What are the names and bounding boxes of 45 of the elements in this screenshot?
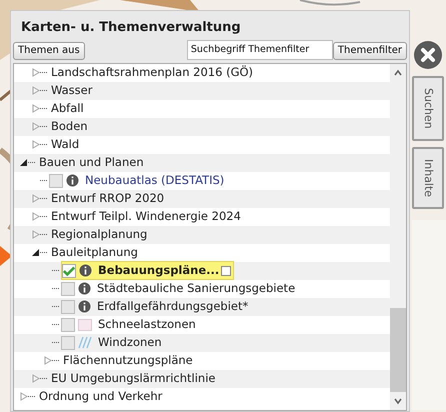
tree-item[interactable]: Landschaftsrahmenplan 2016 (GÖ) — [49, 64, 256, 82]
expand-icon[interactable] — [32, 86, 40, 95]
layer-label[interactable]: Schneelastzonen — [96, 316, 198, 334]
close-icon[interactable] — [413, 40, 443, 70]
selected-row[interactable]: Bebauungspläne... — [61, 260, 234, 280]
tree-item[interactable]: Bauleitplanung — [49, 244, 140, 262]
expand-icon[interactable] — [32, 374, 40, 383]
tree-item[interactable]: Wald — [49, 136, 82, 154]
tree-item[interactable]: Ordnung und Verkehr — [37, 388, 164, 406]
panel-title: Karten- u. Themenverwaltung — [20, 19, 242, 37]
collapse-icon[interactable] — [32, 248, 40, 257]
checkbox[interactable] — [61, 318, 75, 332]
scroll-down-icon[interactable] — [393, 396, 403, 406]
filter-button[interactable]: Themenfilter — [332, 42, 407, 60]
scrollbar-thumb[interactable] — [390, 308, 406, 392]
themes-off-button[interactable]: Themen aus — [13, 42, 85, 60]
checkbox[interactable] — [61, 300, 75, 314]
checkbox[interactable] — [61, 336, 75, 350]
expand-icon[interactable] — [32, 140, 40, 149]
layer-label[interactable]: Städtebauliche Sanierungsgebiete — [95, 280, 298, 298]
search-field[interactable]: Suchbegriff Themenfilter — [186, 40, 333, 60]
expand-icon[interactable] — [32, 230, 40, 239]
collapse-icon[interactable] — [20, 158, 28, 167]
tree-item[interactable]: Abfall — [49, 100, 86, 118]
side-tab[interactable]: Suchen — [412, 76, 444, 141]
options-icon[interactable] — [221, 266, 232, 276]
expand-icon[interactable] — [32, 68, 40, 77]
expand-icon[interactable] — [20, 392, 28, 401]
expand-icon[interactable] — [32, 122, 40, 131]
tree-item[interactable]: Flächennutzungspläne — [61, 352, 195, 370]
scroll-up-icon[interactable] — [393, 68, 403, 78]
expand-icon[interactable] — [32, 212, 40, 221]
tree-item[interactable]: Wasser — [49, 82, 94, 100]
tree-item[interactable]: Entwurf Teilpl. Windenergie 2024 — [49, 208, 243, 226]
tree-item[interactable]: Boden — [49, 118, 90, 136]
checkbox[interactable] — [49, 174, 63, 188]
expand-icon[interactable] — [32, 104, 40, 113]
checkbox[interactable] — [61, 282, 75, 296]
pointer-arrow-icon — [0, 246, 12, 266]
checkbox[interactable] — [62, 264, 76, 278]
layer-label[interactable]: Windzonen — [96, 334, 164, 352]
layer-link[interactable]: Neubauatlas (DESTATIS) — [83, 172, 226, 190]
side-tab[interactable]: Inhalte — [412, 146, 444, 209]
expand-icon[interactable] — [44, 356, 52, 365]
expand-icon[interactable] — [32, 194, 40, 203]
